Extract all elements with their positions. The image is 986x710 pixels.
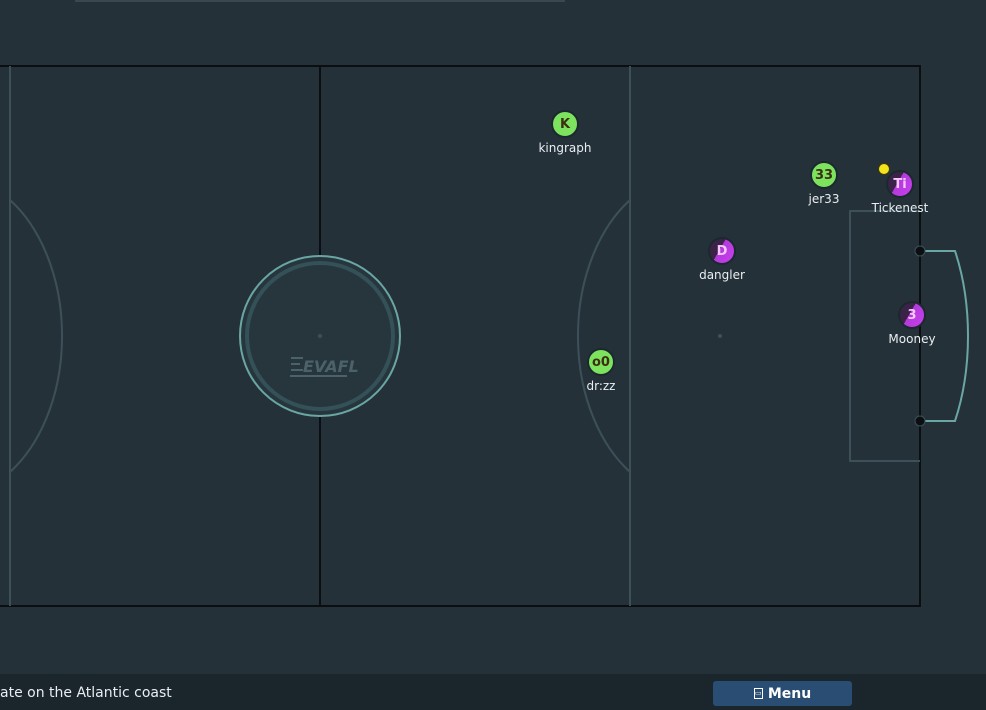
player-drzz[interactable]: o0 dr:zz: [541, 348, 661, 393]
logo-text: EVAFL: [303, 357, 359, 376]
player-name: Mooney: [888, 332, 936, 346]
player-name: kingraph: [538, 141, 592, 155]
player-name: Tickenest: [871, 201, 929, 215]
goal-post-bottom: [914, 415, 926, 427]
penalty-spot: [718, 334, 722, 338]
ball: [878, 163, 890, 175]
player-token: K: [551, 110, 579, 138]
player-token: D: [708, 237, 736, 265]
goal-post-top: [914, 245, 926, 257]
player-token: o0: [587, 348, 615, 376]
menu-button-label: Menu: [767, 685, 812, 702]
menu-button[interactable]: ▭ Menu: [713, 681, 852, 706]
player-mooney[interactable]: 3 Mooney: [852, 301, 972, 346]
player-token: 3: [898, 301, 926, 329]
player-kingraph[interactable]: K kingraph: [505, 110, 625, 155]
player-token: 33: [810, 161, 838, 189]
center-spot: [318, 334, 322, 338]
player-dangler[interactable]: D dangler: [662, 237, 782, 282]
floppy-disk-icon: ▭: [753, 688, 763, 699]
pitch: EVAFL: [0, 65, 970, 607]
player-tickenest[interactable]: Ti Tickenest: [840, 170, 960, 215]
player-name: dr:zz: [586, 379, 616, 393]
chat-message: ate on the Atlantic coast: [0, 685, 172, 701]
game-stage: EVAFL K kingraph 33 jer33 Ti Tickenest D…: [0, 0, 986, 710]
chat-message-2: ....: [0, 704, 18, 710]
player-name: dangler: [699, 268, 745, 282]
player-token: Ti: [886, 170, 914, 198]
pitch-outline: [0, 65, 921, 607]
